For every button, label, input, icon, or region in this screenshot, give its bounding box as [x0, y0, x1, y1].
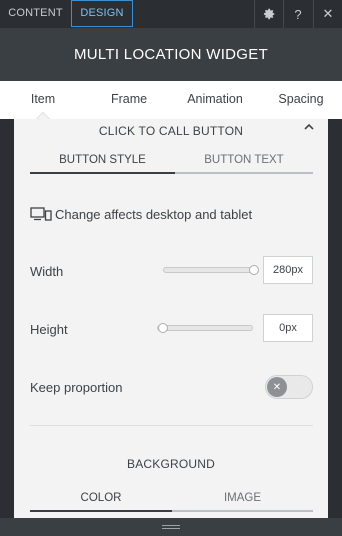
device-info: Change affects desktop and tablet	[30, 204, 252, 224]
tab-image[interactable]: IMAGE	[172, 490, 313, 512]
nav-item-animation[interactable]: Animation	[172, 81, 258, 119]
close-button[interactable]: ✕	[313, 0, 342, 28]
tab-button-text[interactable]: BUTTON TEXT	[175, 152, 313, 174]
height-slider-handle[interactable]	[158, 323, 168, 333]
desktop-tablet-icon	[30, 207, 52, 221]
nav-item-frame[interactable]: Frame	[86, 81, 172, 119]
section-title[interactable]: CLICK TO CALL BUTTON	[14, 124, 328, 138]
grip-line-icon	[162, 528, 180, 529]
height-label: Height	[30, 322, 68, 337]
button-subtabs: BUTTON STYLE BUTTON TEXT	[30, 152, 313, 174]
width-slider-handle[interactable]	[249, 265, 259, 275]
divider	[30, 425, 313, 426]
tab-color[interactable]: COLOR	[30, 490, 172, 512]
help-icon: ?	[294, 6, 302, 22]
background-title: BACKGROUND	[126, 457, 215, 471]
settings-panel: CLICK TO CALL BUTTON BUTTON STYLE BUTTON…	[14, 119, 328, 518]
height-input[interactable]: 0px	[263, 314, 313, 342]
resize-handle[interactable]	[0, 518, 342, 536]
width-input[interactable]: 280px	[263, 256, 313, 284]
top-bar: CONTENT DESIGN ? ✕	[0, 0, 342, 28]
nav-item-item[interactable]: Item	[0, 81, 86, 119]
toggle-off-icon: ✕	[267, 377, 287, 397]
keep-proportion-toggle[interactable]: ✕	[265, 375, 313, 399]
collapse-chevron-icon[interactable]	[304, 122, 314, 134]
design-nav: Item Frame Animation Spacing	[0, 81, 342, 119]
height-slider[interactable]	[157, 325, 253, 331]
help-button[interactable]: ?	[283, 0, 312, 28]
keep-proportion-label: Keep proportion	[30, 380, 123, 395]
close-icon: ✕	[322, 6, 334, 21]
grip-line-icon	[162, 525, 180, 526]
tab-design[interactable]: DESIGN	[71, 0, 133, 27]
panel-title: MULTI LOCATION WIDGET	[0, 28, 342, 81]
width-slider[interactable]	[163, 267, 257, 273]
width-label: Width	[30, 264, 64, 279]
device-info-text: Change affects desktop and tablet	[55, 206, 253, 222]
tab-content[interactable]: CONTENT	[0, 0, 71, 27]
gear-icon	[263, 8, 275, 20]
tab-button-style[interactable]: BUTTON STYLE	[30, 152, 175, 174]
background-subtabs: COLOR IMAGE	[30, 490, 313, 512]
nav-item-spacing[interactable]: Spacing	[258, 81, 342, 119]
settings-button[interactable]	[254, 0, 283, 28]
